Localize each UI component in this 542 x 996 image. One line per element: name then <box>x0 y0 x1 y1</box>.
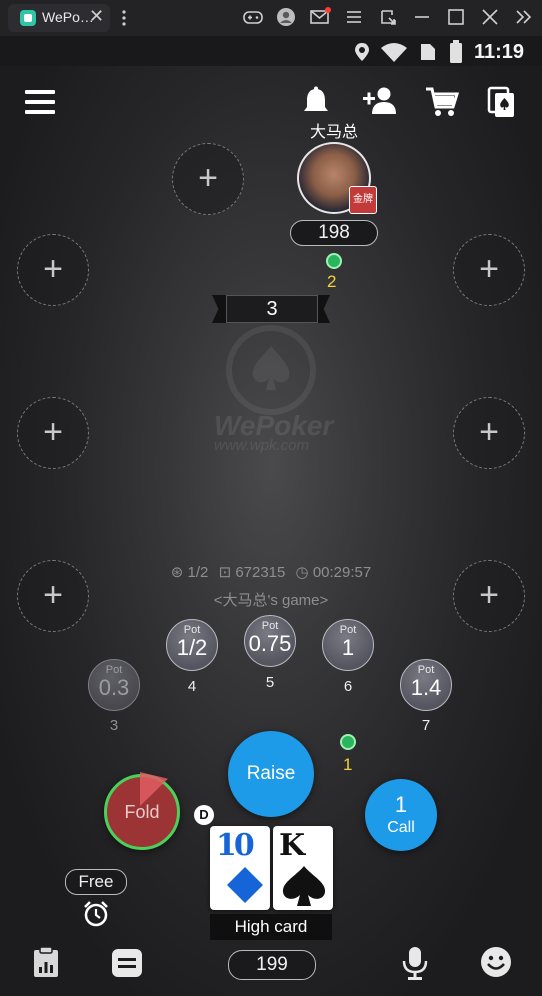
empty-seat[interactable]: + <box>453 234 525 306</box>
game-info-line: ⊛ 1/2 ⊡ 672315 ◷ 00:29:57 <box>0 563 542 581</box>
pot-button-0.3[interactable]: Pot 0.3 <box>88 659 140 711</box>
pot-button-index: 6 <box>343 678 353 695</box>
empty-seat[interactable]: + <box>172 143 244 215</box>
location-icon <box>354 42 370 67</box>
pot-button-value: 1 <box>341 635 355 660</box>
call-button[interactable]: 1 Call <box>365 779 437 851</box>
free-time-button[interactable]: Free <box>65 869 127 895</box>
player-card-badge: 金牌 <box>349 186 377 214</box>
room-id: 672315 <box>235 564 286 581</box>
wifi-icon <box>380 42 408 67</box>
chip-icon <box>340 734 356 750</box>
my-bet: 1 <box>343 755 353 774</box>
hole-card: 10 <box>210 826 270 910</box>
close-icon[interactable] <box>478 6 502 30</box>
player-bet: 2 <box>327 272 337 291</box>
pot-button-index: 5 <box>265 674 275 691</box>
blinds-value: 1/2 <box>187 564 209 581</box>
elapsed-time: 00:29:57 <box>312 564 372 581</box>
minimize-icon[interactable] <box>410 6 434 30</box>
stats-icon[interactable] <box>31 945 61 984</box>
collapse-icon[interactable] <box>512 6 536 30</box>
pot-button-1.4[interactable]: Pot 1.4 <box>400 659 452 711</box>
card-rank: 10 <box>216 828 255 863</box>
gamepad-icon[interactable] <box>241 6 265 30</box>
blinds-icon: ⊛ <box>170 564 184 581</box>
cards-record-icon[interactable] <box>487 86 517 123</box>
lock-icon: ⊡ <box>218 564 232 581</box>
battery-icon <box>449 40 463 69</box>
pot-button-index: 3 <box>109 717 119 734</box>
dealer-button: D <box>194 805 214 825</box>
pot-button-0.75[interactable]: Pot 0.75 <box>244 615 296 667</box>
pot-total: 3 <box>226 295 318 323</box>
raise-button[interactable]: Raise <box>228 731 314 817</box>
my-stack: 199 <box>228 950 316 980</box>
hand-rank-label: High card <box>210 914 332 940</box>
emoji-icon[interactable] <box>480 946 512 983</box>
hole-card: K <box>273 826 333 910</box>
spade-watermark-icon <box>245 342 297 403</box>
menu-icon[interactable] <box>342 6 366 30</box>
diamond-suit-icon <box>227 867 263 903</box>
maximize-icon[interactable] <box>444 6 468 30</box>
chip-icon <box>326 253 342 269</box>
resize-icon[interactable] <box>376 6 400 30</box>
pot-button-value: 1/2 <box>176 635 208 660</box>
user-icon[interactable] <box>274 6 298 30</box>
pot-button-half[interactable]: Pot 1/2 <box>166 619 218 671</box>
pot-button-index: 4 <box>187 678 197 695</box>
empty-seat[interactable]: + <box>453 397 525 469</box>
clock-icon: ◷ <box>295 564 309 581</box>
status-time: 11:19 <box>474 41 525 63</box>
pot-button-value: 1.4 <box>410 675 442 700</box>
poker-table <box>0 66 542 996</box>
invite-player-icon[interactable] <box>363 86 397 121</box>
kebab-menu-icon[interactable] <box>120 9 128 27</box>
hamburger-menu-icon[interactable] <box>25 88 57 121</box>
microphone-icon[interactable] <box>401 945 429 986</box>
call-amount: 1 <box>394 792 408 817</box>
pot-button-index: 7 <box>421 717 431 734</box>
empty-seat[interactable]: + <box>17 234 89 306</box>
card-rank: K <box>279 828 306 863</box>
game-name: <大马总's game> <box>213 592 329 609</box>
tab-title: WePo… <box>42 9 94 25</box>
watermark-url: www.wpk.com <box>214 437 310 454</box>
spade-suit-icon <box>282 866 326 906</box>
player-stack: 198 <box>290 220 378 246</box>
app-logo-icon <box>20 10 36 26</box>
mail-icon[interactable] <box>308 6 332 30</box>
shop-cart-icon[interactable] <box>425 86 460 123</box>
alarm-clock-icon[interactable] <box>82 900 110 933</box>
player-name: 大马总 <box>309 124 358 141</box>
no-sim-icon <box>417 42 437 67</box>
chat-icon[interactable] <box>111 948 143 983</box>
pot-button-value: 0.3 <box>98 675 130 700</box>
pot-button-1[interactable]: Pot 1 <box>322 619 374 671</box>
tab-close-icon[interactable]: ✕ <box>89 6 104 27</box>
pot-button-value: 0.75 <box>248 631 292 656</box>
empty-seat[interactable]: + <box>17 397 89 469</box>
call-label: Call <box>387 819 415 836</box>
